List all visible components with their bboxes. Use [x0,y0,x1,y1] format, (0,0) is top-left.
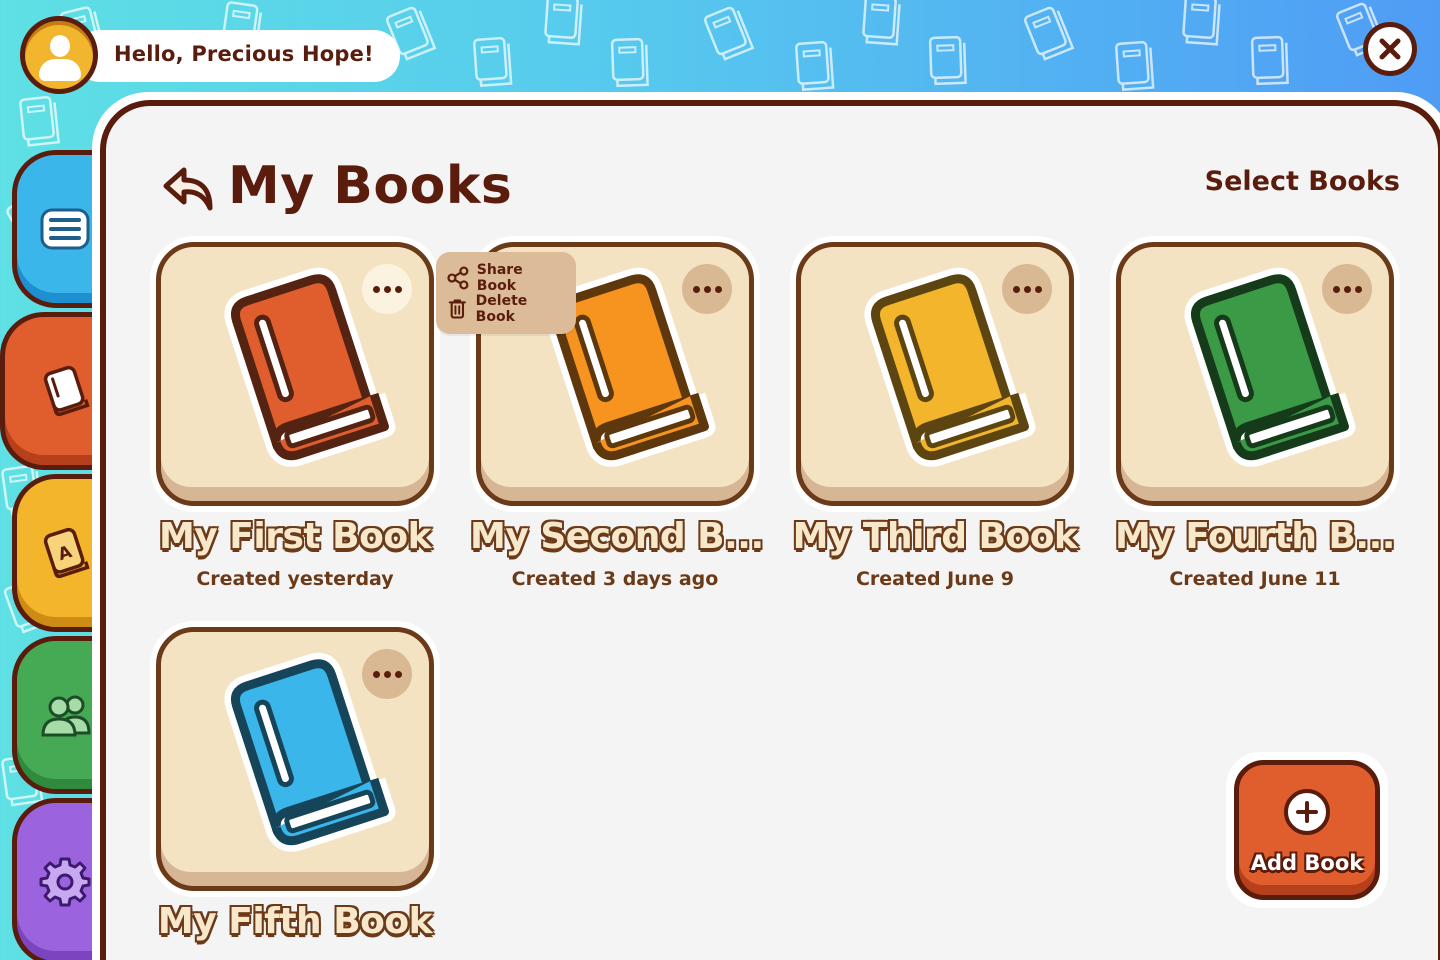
page-title: My Books [228,156,513,216]
book-title: My Fifth Book [157,900,434,943]
share-book-menu-item[interactable]: Share Book [446,261,566,294]
greeting-text: Hello, Precious Hope! [114,42,374,66]
avatar[interactable] [20,16,98,94]
more-options-button[interactable] [1322,264,1372,314]
delete-book-menu-item[interactable]: Delete Book [446,292,566,325]
letter-book-icon: A [43,527,90,579]
people-icon [41,695,91,737]
book-cover-tile[interactable] [790,236,1080,512]
book-created-date: Created June 11 [1169,568,1341,590]
book-created-date: Created June 9 [855,568,1015,590]
share-icon [447,265,469,290]
book-cover-tile[interactable] [150,236,440,512]
gear-icon [39,857,91,907]
book-context-menu: Share Book Delete Book [436,252,576,334]
greeting-banner: Hello, Precious Hope! [20,16,400,94]
book-card[interactable]: My Fifth Book [150,621,440,943]
book-created-date: Created 3 days ago [511,568,719,590]
book-cover-tile[interactable] [1110,236,1400,512]
close-icon [1379,38,1401,60]
more-options-button[interactable] [682,264,732,314]
book-title: My Fourth B... [1114,515,1396,558]
menu-icon [40,208,90,250]
user-icon [50,35,70,57]
add-book-label: Add Book [1250,851,1364,875]
plus-icon [1284,789,1330,835]
book-cover-tile[interactable] [150,621,440,897]
more-options-button[interactable] [362,264,412,314]
close-button[interactable] [1363,22,1417,76]
book-card[interactable]: My Fourth B... Created June 11 [1110,236,1400,590]
book-title: My Second B... [469,515,765,558]
book-card[interactable]: My First Book Created yesterday [150,236,440,590]
book-card[interactable]: My Third Book Created June 9 [790,236,1080,590]
book-title: My Third Book [792,515,1079,558]
book-created-date: Created yesterday [196,568,394,590]
more-options-button[interactable] [362,649,412,699]
book-icon [43,365,90,417]
share-book-label: Share Book [476,261,523,294]
back-arrow-icon[interactable] [160,164,216,214]
more-options-button[interactable] [1002,264,1052,314]
add-book-button[interactable]: Add Book [1234,760,1380,900]
select-books-button[interactable]: Select Books [1205,166,1400,197]
delete-book-label: Delete Book [475,292,528,325]
book-title: My First Book [158,515,433,558]
add-book-button-wrap: Add Book [1226,752,1388,908]
trash-icon [448,299,466,319]
